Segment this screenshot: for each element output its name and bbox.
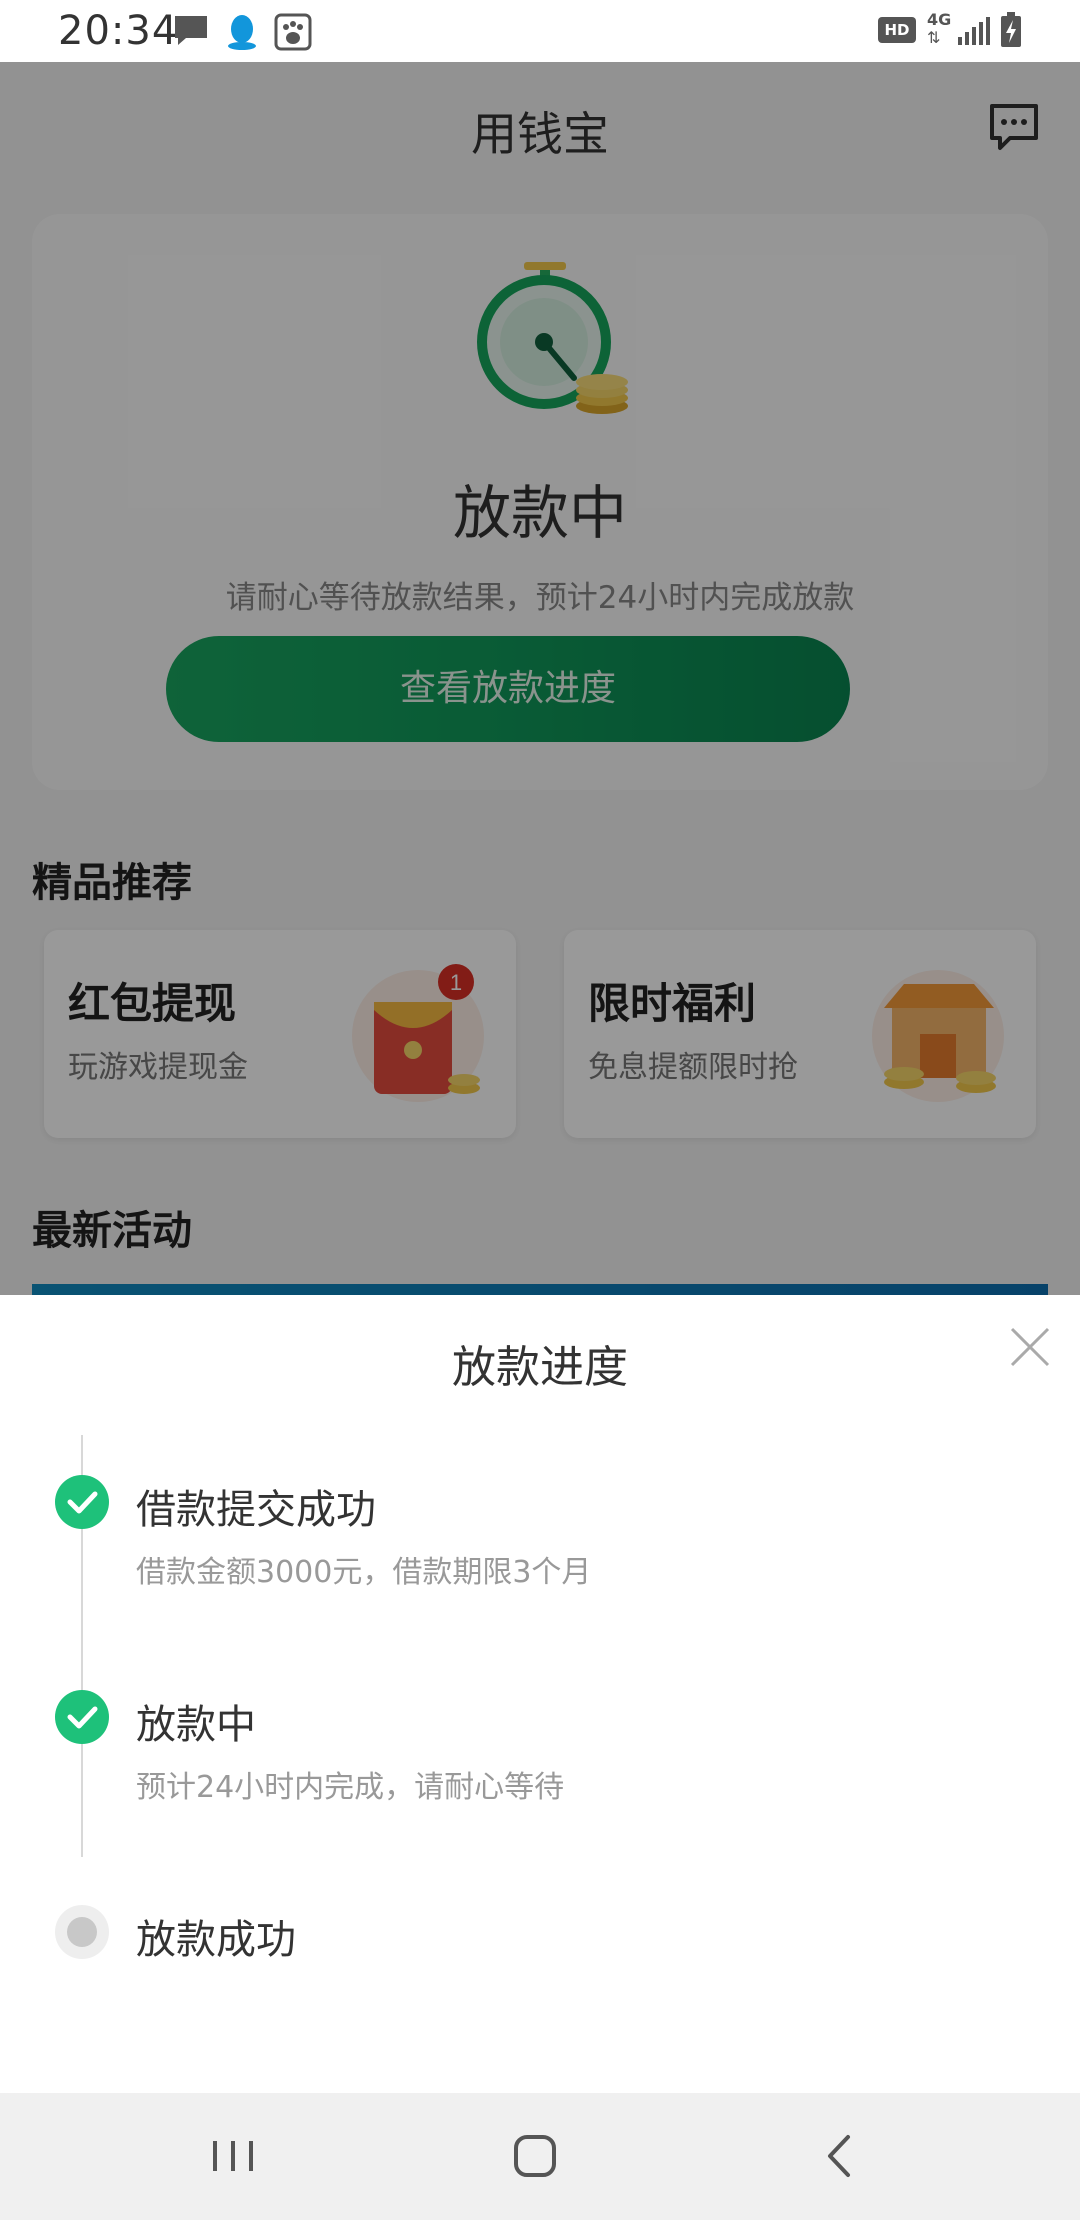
check-circle-icon [55, 1475, 109, 1529]
hd-badge: HD [878, 17, 916, 43]
home-icon[interactable] [500, 2121, 570, 2191]
progress-sheet: 放款进度 借款提交成功 借款金额3000元，借款期限3个月 放款中 预计24小时… [0, 1295, 1080, 2093]
baidu-icon [274, 13, 312, 51]
navigation-bar [0, 2093, 1080, 2220]
check-circle-icon [55, 1690, 109, 1744]
step-title: 借款提交成功 [136, 1487, 376, 1533]
status-time: 20:34 [58, 8, 179, 54]
back-icon[interactable] [804, 2121, 874, 2191]
message-icon [175, 16, 207, 45]
recents-icon[interactable] [198, 2121, 268, 2191]
sheet-title: 放款进度 [452, 1342, 628, 1393]
close-icon[interactable] [1008, 1325, 1052, 1369]
step-title: 放款成功 [136, 1917, 296, 1963]
status-bar: 20:34 HD 4G ⇅ [0, 0, 1080, 62]
battery-charging-icon [1001, 12, 1021, 47]
network-type: 4G [927, 10, 952, 29]
step-title: 放款中 [136, 1702, 256, 1748]
qq-icon [228, 15, 256, 50]
pending-dot-icon [55, 1905, 109, 1959]
step-description: 借款金额3000元，借款期限3个月 [136, 1555, 592, 1590]
network-arrows-icon: ⇅ [927, 28, 941, 47]
signal-icon [958, 17, 990, 45]
dim-overlay[interactable] [0, 62, 1080, 1295]
step-description: 预计24小时内完成，请耐心等待 [136, 1770, 565, 1805]
